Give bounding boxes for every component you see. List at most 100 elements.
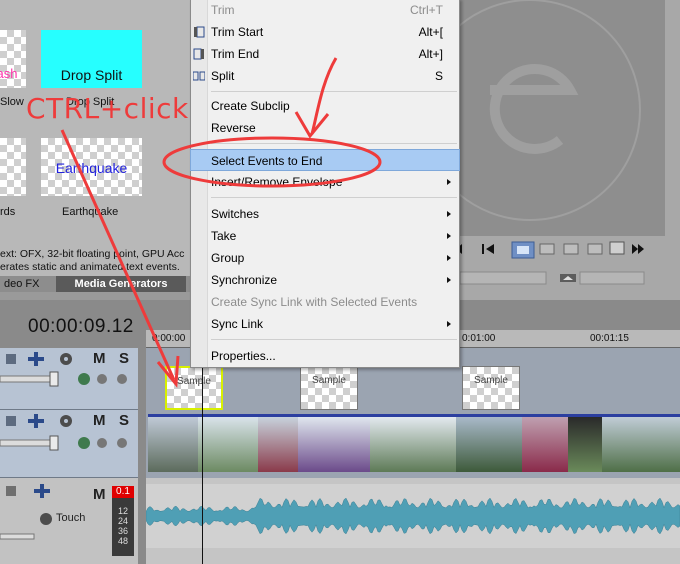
tab-media-generators[interactable]: Media Generators bbox=[56, 276, 186, 292]
menu-item-trim-end[interactable]: Trim End Alt+] bbox=[191, 43, 459, 65]
expand-track-icon[interactable] bbox=[6, 354, 16, 364]
generated-media-event[interactable]: Sample bbox=[165, 366, 223, 410]
composite-mode-icon[interactable] bbox=[28, 414, 44, 428]
event-label: Sample bbox=[312, 375, 346, 386]
preview-toggle-icon[interactable] bbox=[539, 243, 555, 255]
solo-button[interactable]: S bbox=[119, 412, 129, 429]
ruler-label: 0:01:00 bbox=[462, 333, 496, 344]
track-header-video[interactable]: M S bbox=[0, 410, 138, 478]
automation-icon[interactable] bbox=[40, 513, 52, 525]
description-line: ext: OFX, 32-bit floating point, GPU Acc bbox=[0, 248, 185, 260]
menu-separator bbox=[211, 143, 457, 144]
menu-item-label: Split bbox=[211, 69, 235, 83]
automation-mode-dropdown[interactable]: Touch bbox=[56, 512, 85, 524]
meter-tick: 12 bbox=[117, 506, 128, 516]
menu-item-create-subclip[interactable]: Create Subclip bbox=[191, 95, 459, 117]
menu-item-label: Sync Link bbox=[211, 317, 264, 331]
menu-item-properties[interactable]: Properties... bbox=[191, 345, 459, 367]
menu-item-insert-remove-envelope[interactable]: Insert/Remove Envelope bbox=[191, 171, 459, 193]
submenu-arrow-icon bbox=[447, 233, 451, 239]
mute-button[interactable]: M bbox=[93, 486, 106, 503]
submenu-arrow-icon bbox=[447, 179, 451, 185]
menu-item-sync-link[interactable]: Sync Link bbox=[191, 313, 459, 335]
prev-button-icon[interactable] bbox=[482, 244, 494, 254]
overlays-icon[interactable] bbox=[587, 243, 603, 255]
preset-tile-text: ash bbox=[0, 66, 18, 81]
mute-button[interactable]: M bbox=[93, 350, 106, 367]
preset-thumbnail-earthquake[interactable]: Earthquake bbox=[41, 138, 142, 196]
menu-item-label: Create Subclip bbox=[211, 99, 290, 113]
menu-item-label: Select Events to End bbox=[211, 154, 323, 168]
menu-separator bbox=[211, 339, 457, 340]
video-event[interactable] bbox=[568, 414, 602, 472]
menu-item-label: Switches bbox=[211, 207, 260, 221]
level-slider[interactable] bbox=[0, 435, 59, 451]
menu-item-label: Synchronize bbox=[211, 273, 278, 287]
mute-button[interactable]: M bbox=[93, 412, 106, 429]
track-fx-icon[interactable] bbox=[60, 415, 72, 427]
video-event[interactable] bbox=[258, 414, 298, 472]
preset-thumbnail-words[interactable] bbox=[0, 138, 26, 196]
preview-status-bar bbox=[459, 268, 665, 290]
menu-item-split[interactable]: Split S bbox=[191, 65, 459, 87]
window-tabs: deo FX Media Generators bbox=[0, 276, 190, 292]
preset-caption: rds bbox=[0, 206, 16, 218]
preset-thumbnail-flash[interactable]: ash bbox=[0, 30, 26, 88]
level-slider[interactable] bbox=[0, 371, 59, 387]
generated-media-event[interactable]: Sample bbox=[300, 366, 358, 410]
menu-item-switches[interactable]: Switches bbox=[191, 203, 459, 225]
menu-item-label: Trim End bbox=[211, 47, 260, 61]
menu-item-label: Trim bbox=[211, 3, 235, 17]
menu-item-trim[interactable]: Trim Ctrl+T bbox=[191, 0, 459, 21]
menu-item-reverse[interactable]: Reverse bbox=[191, 117, 459, 139]
menu-item-label: Properties... bbox=[211, 349, 276, 363]
ruler-label: 00:01:15 bbox=[590, 333, 629, 344]
menu-item-take[interactable]: Take bbox=[191, 225, 459, 247]
annotation-text: CTRL+click bbox=[26, 92, 189, 125]
menu-item-label: Trim Start bbox=[211, 25, 264, 39]
menu-item-group[interactable]: Group bbox=[191, 247, 459, 269]
menu-item-select-events-to-end[interactable]: Select Events to End bbox=[190, 149, 460, 171]
video-event[interactable] bbox=[298, 414, 370, 472]
meter-tick: 24 bbox=[117, 516, 128, 526]
tab-video-fx[interactable]: deo FX bbox=[0, 276, 56, 292]
audio-waveform[interactable] bbox=[146, 484, 680, 548]
video-event[interactable] bbox=[198, 414, 258, 472]
volume-slider[interactable] bbox=[0, 533, 35, 540]
more-icon[interactable] bbox=[632, 244, 644, 254]
submenu-arrow-icon bbox=[447, 211, 451, 217]
compositing-icon[interactable] bbox=[78, 437, 127, 449]
play-icon[interactable] bbox=[511, 241, 535, 259]
track-header-generated[interactable]: M S bbox=[0, 348, 138, 410]
copy-snapshot-icon[interactable] bbox=[609, 241, 625, 255]
video-event[interactable] bbox=[456, 414, 522, 472]
video-event[interactable] bbox=[370, 414, 456, 472]
video-event[interactable] bbox=[602, 414, 680, 472]
preset-thumbnail-drop-split[interactable]: Drop Split bbox=[41, 30, 142, 88]
split-screen-icon[interactable] bbox=[563, 243, 579, 255]
menu-item-label: Reverse bbox=[211, 121, 256, 135]
composite-mode-icon[interactable] bbox=[28, 352, 44, 366]
trim-start-icon bbox=[194, 26, 205, 38]
event-context-menu: Trim Ctrl+T Trim Start Alt+[ Trim End Al… bbox=[190, 0, 460, 368]
solo-button[interactable]: S bbox=[119, 350, 129, 367]
compositing-icon[interactable] bbox=[78, 373, 127, 385]
menu-item-trim-start[interactable]: Trim Start Alt+[ bbox=[191, 21, 459, 43]
track-fx-icon[interactable] bbox=[60, 353, 72, 365]
time-display: 00:00:09.12 bbox=[28, 316, 134, 337]
generated-media-event[interactable]: Sample bbox=[462, 366, 520, 410]
video-event[interactable] bbox=[522, 414, 568, 472]
menu-item-create-sync-link[interactable]: Create Sync Link with Selected Events bbox=[191, 291, 459, 313]
track-header-audio[interactable]: M S Touch 0.1 12 24 36 48 bbox=[0, 478, 138, 564]
video-event[interactable] bbox=[148, 414, 198, 472]
expand-track-icon[interactable] bbox=[6, 416, 16, 426]
audio-meter: 0.1 12 24 36 48 bbox=[112, 486, 134, 556]
track-fx-icon[interactable] bbox=[34, 484, 50, 498]
prev-frame-icon[interactable] bbox=[456, 244, 462, 254]
menu-item-shortcut: Alt+[ bbox=[418, 25, 443, 39]
preview-logo-graphic bbox=[460, 0, 641, 221]
menu-item-synchronize[interactable]: Synchronize bbox=[191, 269, 459, 291]
preview-quality-icon[interactable] bbox=[560, 274, 576, 282]
expand-track-icon[interactable] bbox=[6, 486, 16, 496]
meter-tick: 36 bbox=[117, 526, 128, 536]
